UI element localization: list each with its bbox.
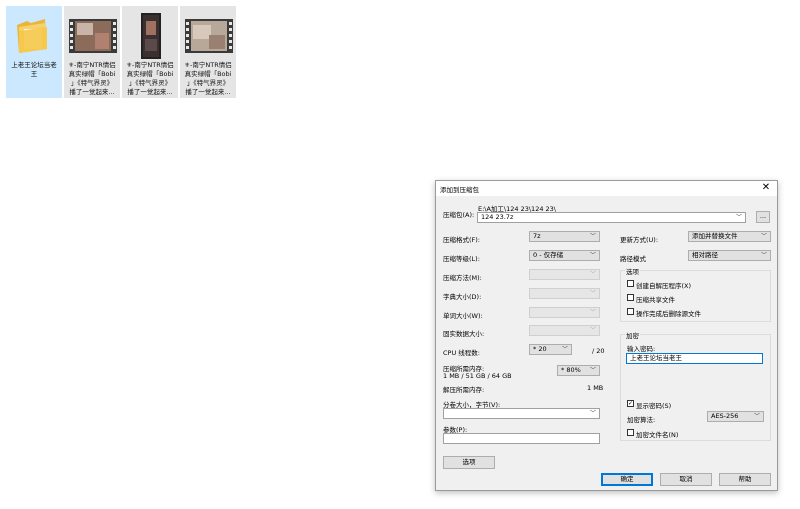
file-tile-folder[interactable]: 上老王论坛当老 王 <box>6 6 62 98</box>
method-select: ﹀ <box>529 269 600 280</box>
options-group-title: 选项 <box>625 266 640 276</box>
video-thumbnail-icon <box>69 19 117 53</box>
path-mode-value: 相对路径 <box>692 251 718 259</box>
options-button[interactable]: 选项 <box>443 456 495 469</box>
path-mode-select[interactable]: 相对路径 ﹀ <box>688 250 771 261</box>
dialog-titlebar: 添加到压缩包 ✕ <box>436 181 777 196</box>
update-value: 添加并替换文件 <box>692 232 738 240</box>
file-tile-video[interactable]: ⚜-南宁NTR情侣 真实绿帽「Bobi 」《特气界灵》 播了一觉起来... <box>122 6 178 98</box>
chevron-down-icon: ﹀ <box>589 367 596 374</box>
path-mode-label: 路径模式 <box>620 255 646 263</box>
file-caption: 上老王论坛当老 王 <box>11 61 57 78</box>
chevron-down-icon: ﹀ <box>561 346 568 353</box>
level-value: 0 - 仅存储 <box>533 251 564 259</box>
chevron-down-icon: ﹀ <box>760 233 767 240</box>
format-value: 7z <box>533 232 541 240</box>
shared-files-checkbox[interactable] <box>627 294 634 301</box>
mem-decomp-value: 1 MB <box>587 384 604 392</box>
dialog-title: 添加到压缩包 <box>440 186 479 194</box>
update-label: 更新方式(U): <box>620 236 659 244</box>
file-caption: ⚜-南宁NTR情侣 真实绿帽「Bobi 」《特气界灵》 播了一觉起来... <box>68 61 116 96</box>
cancel-button[interactable]: 取消 <box>660 473 712 486</box>
video-thumbnail-icon <box>141 13 161 59</box>
password-input[interactable]: 上老王论坛当老王 <box>626 353 763 364</box>
solid-label: 固实数据大小: <box>443 330 485 338</box>
mem-comp-value: * 80% <box>561 366 581 374</box>
folder-icon <box>17 19 47 53</box>
mem-comp-detail: 1 MB / 51 GB / 64 GB <box>443 372 512 380</box>
cpu-total: / 20 <box>592 347 605 355</box>
cpu-threads-select[interactable]: * 20 ﹀ <box>529 344 572 355</box>
browse-button[interactable]: ... <box>756 211 770 223</box>
chevron-down-icon: ﹀ <box>589 309 596 316</box>
file-tile-video[interactable]: ⚜-南宁NTR情侣 真实绿帽「Bobi 」《特气界灵》 播了一觉起来... <box>180 6 236 98</box>
word-label: 单词大小(W): <box>443 312 483 320</box>
video-thumbnail-icon <box>185 19 233 53</box>
mem-decomp-label: 解压所需内存: <box>443 386 485 394</box>
solid-select: ﹀ <box>529 325 600 336</box>
file-caption: ⚜-南宁NTR情侣 真实绿帽「Bobi 」《特气界灵》 播了一觉起来... <box>126 61 174 96</box>
sfx-label: 创建自解压程序(X) <box>636 282 692 290</box>
delete-after-checkbox[interactable] <box>627 308 634 315</box>
dict-select: ﹀ <box>529 288 600 299</box>
chevron-down-icon: ﹀ <box>589 233 596 240</box>
file-caption: ⚜-南宁NTR情侣 真实绿帽「Bobi 」《特气界灵》 播了一觉起来... <box>184 61 232 96</box>
archive-name-combo[interactable]: 124 23.7z ﹀ <box>477 212 746 223</box>
encrypt-names-label: 加密文件名(N) <box>636 431 679 439</box>
enc-method-label: 加密算法: <box>627 416 656 424</box>
split-volume-combo[interactable]: ﹀ <box>443 408 600 419</box>
enc-method-value: AES-256 <box>711 412 739 420</box>
format-select[interactable]: 7z ﹀ <box>529 231 600 242</box>
mem-usage-select[interactable]: * 80% ﹀ <box>557 365 600 376</box>
cpu-value: * 20 <box>533 345 547 353</box>
password-label: 输入密码: <box>627 345 656 353</box>
update-mode-select[interactable]: 添加并替换文件 ﹀ <box>688 231 771 242</box>
file-tile-video[interactable]: ⚜-南宁NTR情侣 真实绿帽「Bobi 」《特气界灵》 播了一觉起来... <box>64 6 120 98</box>
archive-name-value: 124 23.7z <box>481 213 514 221</box>
chevron-down-icon: ﹀ <box>589 271 596 278</box>
chevron-down-icon: ﹀ <box>589 410 596 417</box>
dict-label: 字典大小(D): <box>443 293 482 301</box>
shared-files-label: 压缩共享文件 <box>636 296 675 304</box>
params-input[interactable] <box>443 433 600 444</box>
delete-after-label: 操作完成后删除源文件 <box>636 310 701 318</box>
close-icon[interactable]: ✕ <box>759 181 773 195</box>
encrypt-names-checkbox[interactable] <box>627 429 634 436</box>
cpu-label: CPU 线程数: <box>443 349 480 357</box>
help-button[interactable]: 帮助 <box>719 473 771 486</box>
enc-method-select[interactable]: AES-256 ﹀ <box>707 411 764 422</box>
chevron-down-icon: ﹀ <box>589 252 596 259</box>
sfx-checkbox[interactable] <box>627 280 634 287</box>
show-password-label: 显示密码(S) <box>636 402 672 410</box>
word-select: ﹀ <box>529 307 600 318</box>
chevron-down-icon: ﹀ <box>589 327 596 334</box>
chevron-down-icon: ﹀ <box>589 290 596 297</box>
ok-button[interactable]: 确定 <box>601 473 653 486</box>
show-password-checkbox[interactable]: ✓ <box>627 400 634 407</box>
chevron-down-icon: ﹀ <box>760 252 767 259</box>
level-label: 压缩等级(L): <box>443 255 480 263</box>
add-to-archive-dialog: 添加到压缩包 ✕ 压缩包(A): E:\A加工\124 23\124 23\ 1… <box>435 180 778 491</box>
encryption-group-title: 加密 <box>625 330 640 340</box>
method-label: 压缩方法(M): <box>443 274 482 282</box>
level-select[interactable]: 0 - 仅存储 ﹀ <box>529 250 600 261</box>
chevron-down-icon: ﹀ <box>735 214 742 221</box>
archive-label: 压缩包(A): <box>443 211 475 219</box>
chevron-down-icon: ﹀ <box>753 413 760 420</box>
format-label: 压缩格式(F): <box>443 236 481 244</box>
